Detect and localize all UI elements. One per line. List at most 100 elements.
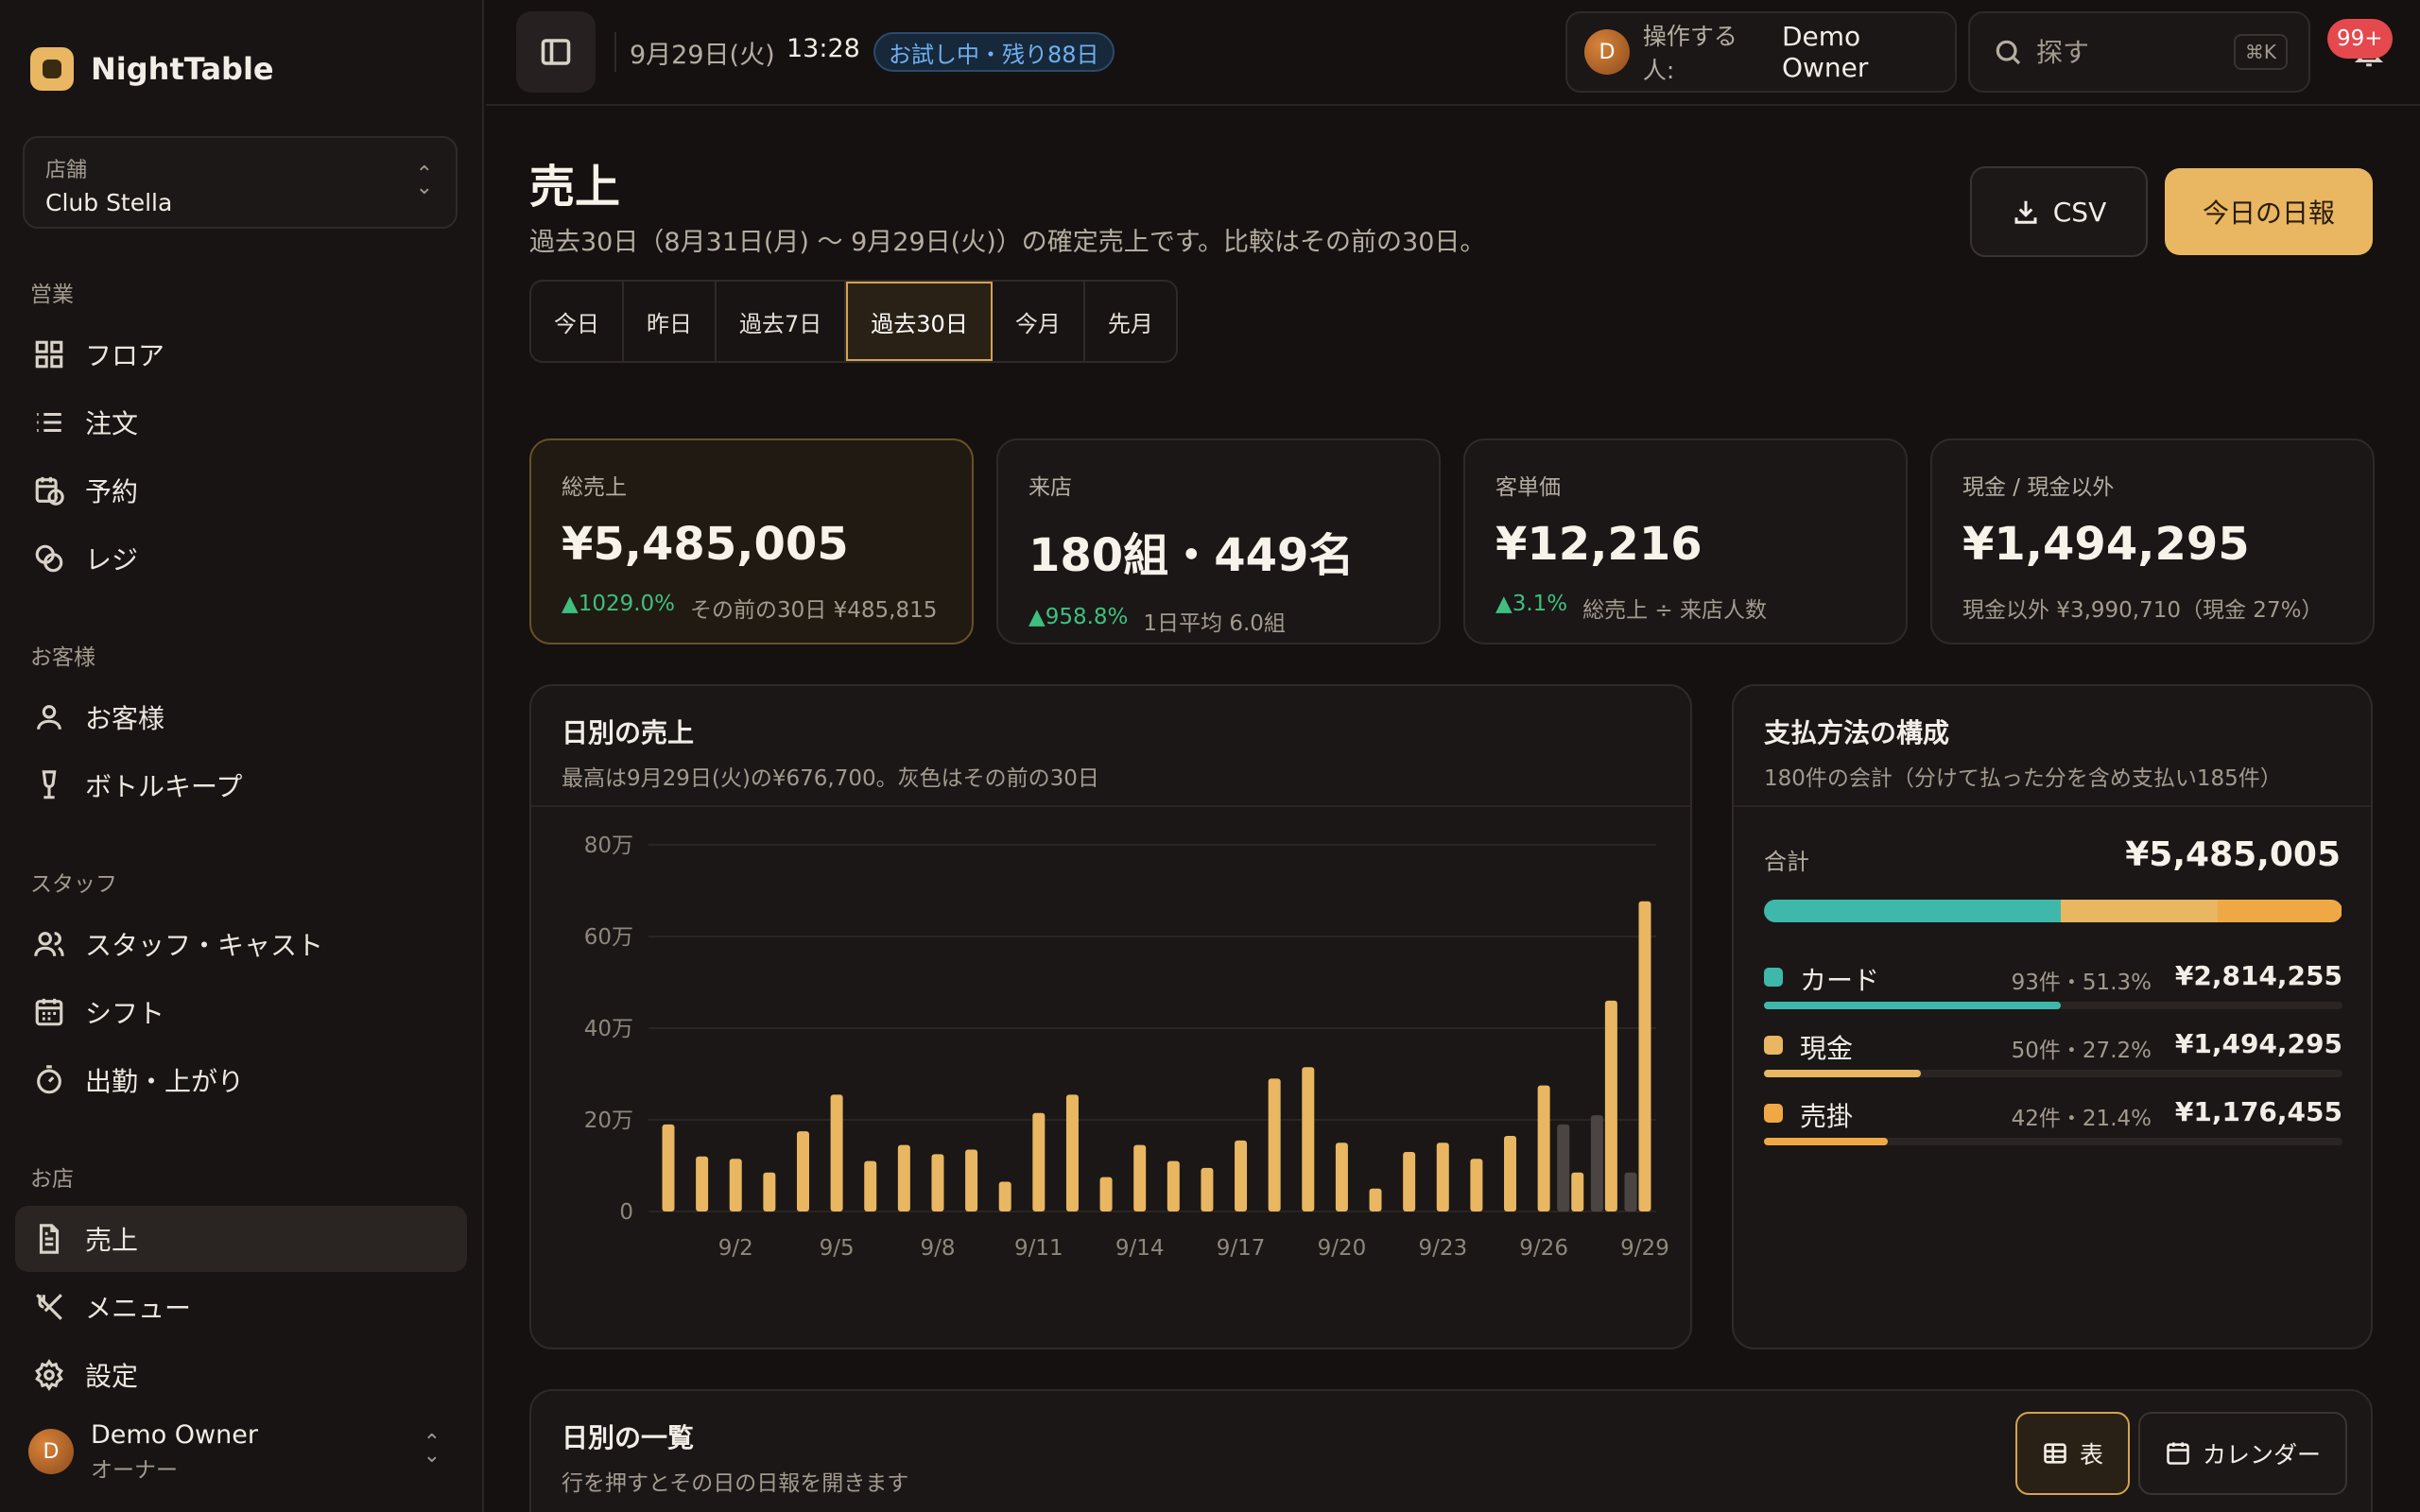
sidebar-item-floor[interactable]: フロア bbox=[15, 321, 467, 387]
sidebar-item-sales[interactable]: 売上 bbox=[15, 1206, 467, 1272]
y-tick-label: 60万 bbox=[584, 925, 633, 950]
gear-icon bbox=[32, 1358, 66, 1392]
list-icon bbox=[32, 405, 66, 439]
payment-meta: 50件・27.2% bbox=[2011, 1039, 2152, 1063]
payment-bar-segment bbox=[2218, 900, 2342, 922]
sidebar-item-menu[interactable]: メニュー bbox=[15, 1274, 467, 1340]
x-tick-label: 9/20 bbox=[1318, 1236, 1367, 1261]
sidebar-item-orders[interactable]: 注文 bbox=[15, 389, 467, 455]
user-name: Demo Owner bbox=[91, 1419, 258, 1450]
timer-icon bbox=[32, 1063, 66, 1097]
shortcut-hint: ⌘K bbox=[2233, 34, 2288, 70]
kpi-label: 客単価 bbox=[1495, 475, 1561, 500]
bar-current bbox=[1436, 1143, 1449, 1211]
download-icon bbox=[2014, 200, 2037, 224]
bar-current bbox=[1235, 1140, 1248, 1211]
bar-previous bbox=[1557, 1124, 1570, 1211]
store-name: Club Stella bbox=[45, 189, 173, 216]
daily-report-button[interactable]: 今日の日報 bbox=[2165, 168, 2373, 255]
sidebar-item-label: 設定 bbox=[85, 1361, 139, 1392]
sidebar-item-reservations[interactable]: 予約 bbox=[15, 457, 467, 524]
nav-section-title: 営業 bbox=[30, 283, 74, 307]
app-logo[interactable]: NightTable bbox=[30, 47, 274, 91]
avatar: D bbox=[1584, 29, 1630, 75]
x-tick-label: 9/29 bbox=[1620, 1236, 1669, 1261]
payment-row-credit: 売掛 42件・21.4% ¥1,176,455 bbox=[1764, 1096, 2342, 1159]
bar-current bbox=[931, 1154, 944, 1211]
sidebar-item-attendance[interactable]: 出勤・上がり bbox=[15, 1047, 467, 1113]
payment-bar-segment bbox=[2060, 900, 2219, 922]
payment-share-bar bbox=[1764, 1070, 1922, 1077]
bar-current bbox=[1032, 1112, 1046, 1211]
page-title: 売上 bbox=[529, 161, 621, 214]
sidebar-item-label: スタッフ・キャスト bbox=[85, 930, 324, 961]
sidebar-item-shifts[interactable]: シフト bbox=[15, 979, 467, 1045]
daily-sales-chart: 0 20万 40万 60万 80万 9/2 9/5 9/8 9/11 9/14 9/17 9/20 9/… bbox=[584, 833, 1669, 1261]
payment-name: 現金 bbox=[1800, 1033, 1854, 1064]
csv-export-button[interactable]: CSV bbox=[1970, 166, 2148, 257]
sidebar-item-label: レジ bbox=[85, 544, 139, 576]
kpi-delta: ▲3.1% bbox=[1495, 592, 1568, 616]
kpi-value: ¥1,494,295 bbox=[1962, 518, 2250, 571]
user-menu[interactable]: D Demo Owner オーナー ⌃ ⌄ bbox=[28, 1419, 454, 1483]
sidebar-item-register[interactable]: レジ bbox=[15, 525, 467, 592]
operator-label: 操作する人: bbox=[1642, 23, 1737, 84]
payment-breakdown-card: 支払方法の構成 180件の会計（分けて払った分を含め支払い185件） 合計 ¥5… bbox=[1732, 684, 2373, 1349]
range-last-30-days[interactable]: 過去30日 bbox=[846, 282, 993, 361]
sidebar-toggle-button[interactable] bbox=[516, 11, 596, 93]
sidebar-item-label: フロア bbox=[85, 340, 165, 371]
search-icon bbox=[1996, 40, 2021, 65]
payment-amount: ¥1,176,455 bbox=[2174, 1096, 2342, 1127]
bar-current bbox=[864, 1160, 877, 1211]
sidebar-item-customers[interactable]: お客様 bbox=[15, 684, 467, 750]
bar-previous bbox=[1624, 1172, 1637, 1211]
kpi-average-spend: 客単価 ¥12,216 ▲3.1% 総売上 ÷ 来店人数 bbox=[1463, 438, 1908, 644]
bar-current bbox=[965, 1149, 978, 1211]
sidebar-item-staff[interactable]: スタッフ・キャスト bbox=[15, 911, 467, 977]
y-tick-label: 20万 bbox=[584, 1108, 633, 1133]
store-label: 店舗 bbox=[45, 159, 88, 182]
bar-current bbox=[1268, 1078, 1281, 1211]
bar-current bbox=[1201, 1167, 1214, 1211]
current-date: 9月29日(火) bbox=[630, 41, 775, 70]
bar-previous bbox=[1590, 1115, 1603, 1211]
bar-current bbox=[729, 1159, 742, 1211]
payment-stacked-bar bbox=[1764, 900, 2342, 922]
csv-label: CSV bbox=[2052, 196, 2107, 228]
wine-icon bbox=[32, 768, 66, 802]
payment-row-card: カード 93件・51.3% ¥2,814,255 bbox=[1764, 960, 2342, 1022]
operator-switcher[interactable]: D 操作する人: Demo Owner bbox=[1565, 11, 1957, 93]
bar-current bbox=[830, 1094, 843, 1211]
x-tick-label: 9/11 bbox=[1014, 1236, 1063, 1261]
range-last-7-days[interactable]: 過去7日 bbox=[717, 282, 847, 361]
payment-share-bar bbox=[1764, 1002, 2061, 1009]
bar-current bbox=[1133, 1144, 1147, 1211]
logo-icon bbox=[30, 47, 74, 91]
kpi-note: その前の30日 ¥485,815 bbox=[690, 598, 938, 623]
store-selector[interactable]: 店舗 Club Stella ⌃ ⌄ bbox=[23, 136, 458, 229]
legend-swatch bbox=[1764, 1036, 1783, 1055]
range-yesterday[interactable]: 昨日 bbox=[624, 282, 717, 361]
sidebar-item-label: 売上 bbox=[85, 1225, 139, 1256]
view-calendar-button[interactable]: カレンダー bbox=[2138, 1412, 2348, 1495]
sidebar-item-bottle-keep[interactable]: ボトルキープ bbox=[15, 752, 467, 818]
sidebar: NightTable 店舗 Club Stella ⌃ ⌄ 営業 フロア 注文 予… bbox=[0, 0, 484, 1512]
bar-current bbox=[1604, 1000, 1617, 1211]
calendar-icon bbox=[32, 995, 66, 1029]
payment-meta: 42件・21.4% bbox=[2011, 1107, 2152, 1131]
bar-current bbox=[1065, 1094, 1079, 1211]
bar-current bbox=[1335, 1143, 1348, 1211]
bar-current bbox=[796, 1131, 809, 1211]
bar-current bbox=[1369, 1188, 1382, 1211]
x-tick-label: 9/8 bbox=[920, 1236, 955, 1261]
payment-bar-segment bbox=[1764, 900, 2061, 922]
range-last-month[interactable]: 先月 bbox=[1085, 282, 1176, 361]
view-table-button[interactable]: 表 bbox=[2015, 1412, 2131, 1495]
range-today[interactable]: 今日 bbox=[531, 282, 624, 361]
sidebar-item-settings[interactable]: 設定 bbox=[15, 1342, 467, 1408]
search-input[interactable] bbox=[2036, 36, 2206, 68]
range-this-month[interactable]: 今月 bbox=[993, 282, 1085, 361]
y-tick-label: 0 bbox=[619, 1200, 633, 1225]
search-box[interactable]: ⌘K bbox=[1968, 11, 2310, 93]
avatar: D bbox=[28, 1429, 74, 1474]
